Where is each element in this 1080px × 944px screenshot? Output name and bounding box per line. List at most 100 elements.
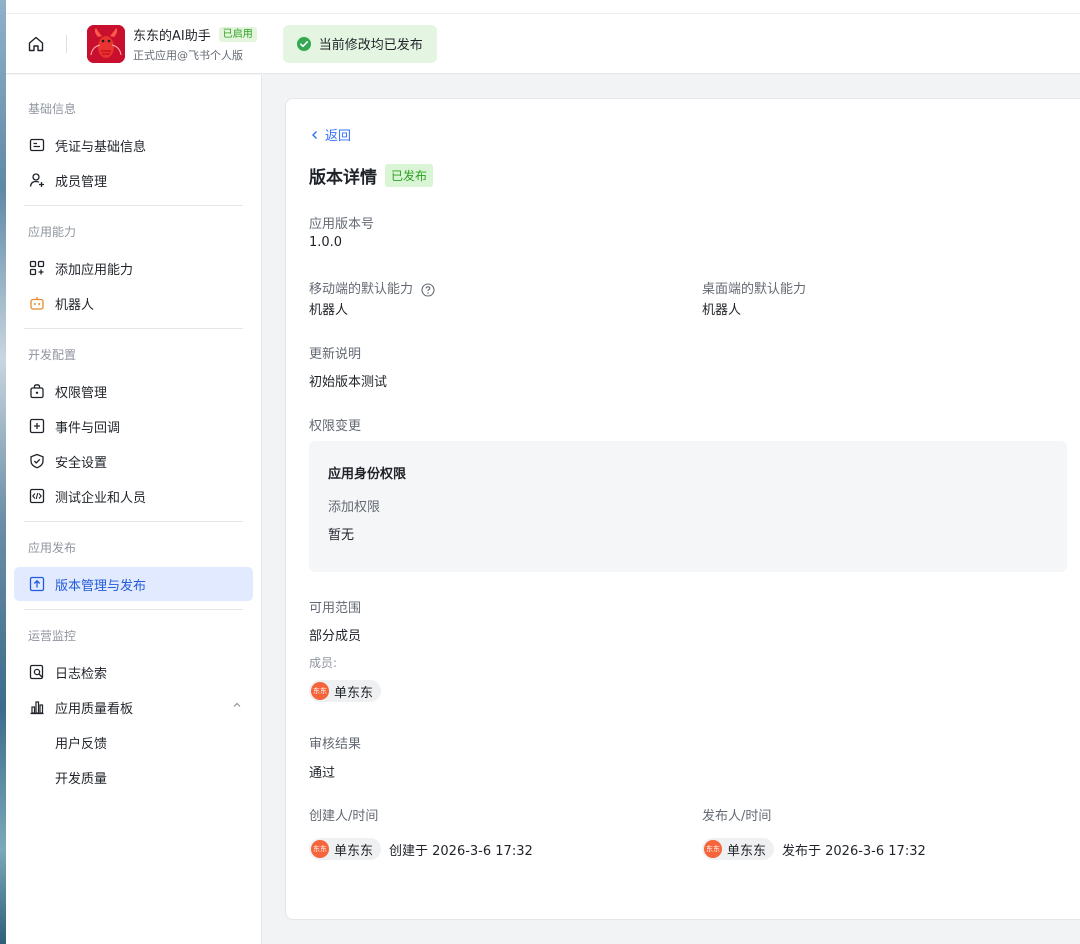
members-label: 成员:	[309, 656, 338, 670]
sidebar-item-label: 添加应用能力	[55, 262, 134, 278]
sidebar-item-events[interactable]: 事件与回调	[14, 409, 253, 443]
desktop-capability-value: 机器人	[702, 303, 742, 318]
sidebar-item-label: 权限管理	[55, 385, 108, 401]
app-name-row: 东东的AI助手 已启用	[133, 25, 257, 44]
review-label: 审核结果	[309, 737, 362, 752]
mobile-capability-label-text: 移动端的默认能力	[309, 282, 414, 297]
sidebar-item-label: 版本管理与发布	[55, 578, 147, 594]
lobster-icon	[87, 24, 125, 63]
code-icon	[28, 487, 46, 505]
added-permission-value: 暂无	[328, 528, 355, 543]
sidebar-item-dev-quality[interactable]: 开发质量	[14, 760, 253, 794]
sidebar-item-members[interactable]: 成员管理	[14, 163, 253, 197]
avatar: 东东	[311, 840, 329, 858]
check-circle-icon	[296, 36, 311, 51]
chevron-left-icon	[312, 130, 317, 139]
publish-status-banner: 当前修改均已发布	[282, 24, 437, 63]
app-window: 东东的AI助手 已启用 正式应用@飞书个人版 当前修改均已发布 基础信息 凭证与…	[6, 0, 1080, 944]
sidebar-divider	[24, 609, 243, 610]
publisher-name: 单东东	[727, 843, 767, 859]
sidebar-divider	[24, 205, 243, 206]
sidebar-item-label: 用户反馈	[55, 736, 108, 752]
permission-change-box: 应用身份权限 添加权限 暂无	[309, 441, 1067, 572]
apps-add-icon	[28, 259, 46, 277]
creator-label: 创建人/时间	[309, 809, 379, 824]
app-subtitle: 正式应用@飞书个人版	[133, 48, 243, 62]
version-label: 应用版本号	[309, 217, 375, 232]
robot-icon	[28, 294, 46, 312]
release-notes-value: 初始版本测试	[309, 375, 388, 390]
upload-icon	[28, 575, 46, 593]
sidebar-item-test-org[interactable]: 测试企业和人员	[14, 479, 253, 513]
sidebar-item-label: 开发质量	[55, 771, 108, 787]
avatar: 东东	[311, 682, 329, 700]
app-meta: 东东的AI助手 已启用 正式应用@飞书个人版	[133, 25, 257, 63]
sidebar-item-security[interactable]: 安全设置	[14, 444, 253, 478]
creator-name: 单东东	[334, 843, 374, 859]
member-name: 单东东	[334, 685, 374, 701]
chevron-up-icon[interactable]	[231, 699, 243, 715]
review-value: 通过	[309, 766, 336, 781]
back-label: 返回	[325, 129, 352, 144]
permission-change-label: 权限变更	[309, 419, 362, 434]
section-basic-info: 基础信息	[28, 102, 77, 116]
sidebar-item-credentials[interactable]: 凭证与基础信息	[14, 128, 253, 162]
event-plus-icon	[28, 417, 46, 435]
sidebar-item-label: 成员管理	[55, 174, 108, 190]
app-name[interactable]: 东东的AI助手	[133, 25, 211, 44]
section-capabilities: 应用能力	[28, 225, 77, 239]
sidebar-item-permissions[interactable]: 权限管理	[14, 374, 253, 408]
section-dev-config: 开发配置	[28, 348, 77, 362]
sidebar-item-label: 事件与回调	[55, 420, 121, 436]
added-permission-label: 添加权限	[328, 500, 381, 515]
sidebar-item-label: 测试企业和人员	[55, 490, 147, 506]
shield-icon	[28, 452, 46, 470]
sidebar: 基础信息 凭证与基础信息 成员管理 应用能力 添加应用能力 机器人 开发配置 权…	[6, 75, 262, 944]
sidebar-item-add-capability[interactable]: 添加应用能力	[14, 251, 253, 285]
section-release: 应用发布	[28, 541, 77, 555]
sidebar-item-label: 应用质量看板	[55, 701, 134, 717]
sidebar-item-logs[interactable]: 日志检索	[14, 655, 253, 689]
home-button[interactable]	[6, 14, 66, 74]
status-badge: 已发布	[385, 164, 434, 187]
sidebar-item-feedback[interactable]: 用户反馈	[14, 725, 253, 759]
sidebar-divider	[24, 328, 243, 329]
publisher-chip[interactable]: 东东 单东东	[702, 838, 775, 860]
title-row: 版本详情 已发布	[309, 163, 434, 188]
scope-value: 部分成员	[309, 629, 362, 644]
desktop-capability-label: 桌面端的默认能力	[702, 282, 807, 297]
bar-chart-icon	[28, 698, 46, 716]
sidebar-item-label: 机器人	[55, 297, 95, 313]
release-notes-label: 更新说明	[309, 347, 362, 362]
sidebar-item-label: 凭证与基础信息	[55, 139, 147, 155]
app-status-badge: 已启用	[218, 26, 257, 42]
back-link[interactable]: 返回	[309, 125, 351, 144]
section-ops: 运营监控	[28, 629, 77, 643]
sidebar-divider	[24, 521, 243, 522]
lock-icon	[28, 382, 46, 400]
app-logo	[87, 24, 125, 63]
app-identity-permission-title: 应用身份权限	[328, 467, 407, 482]
version-value: 1.0.0	[309, 235, 343, 250]
sidebar-item-label: 安全设置	[55, 455, 108, 471]
avatar: 东东	[704, 840, 722, 858]
id-card-icon	[28, 136, 46, 154]
scope-label: 可用范围	[309, 601, 362, 616]
mobile-capability-label: 移动端的默认能力	[309, 278, 435, 297]
home-icon	[28, 36, 44, 51]
publisher-label: 发布人/时间	[702, 809, 772, 824]
published-time: 发布于 2026-3-6 17:32	[782, 844, 926, 859]
created-time: 创建于 2026-3-6 17:32	[389, 844, 533, 859]
publish-status-text: 当前修改均已发布	[318, 38, 423, 53]
log-search-icon	[28, 663, 46, 681]
member-chip[interactable]: 东东 单东东	[309, 680, 382, 702]
page-title: 版本详情	[309, 168, 377, 188]
sidebar-item-version[interactable]: 版本管理与发布	[14, 567, 253, 601]
sidebar-item-bot[interactable]: 机器人	[14, 286, 253, 320]
header-divider	[66, 34, 67, 53]
sidebar-item-quality-board[interactable]: 应用质量看板	[14, 690, 253, 724]
sidebar-item-label: 日志检索	[55, 666, 108, 682]
mobile-capability-value: 机器人	[309, 303, 349, 318]
help-icon[interactable]	[421, 282, 435, 297]
creator-chip[interactable]: 东东 单东东	[309, 838, 382, 860]
